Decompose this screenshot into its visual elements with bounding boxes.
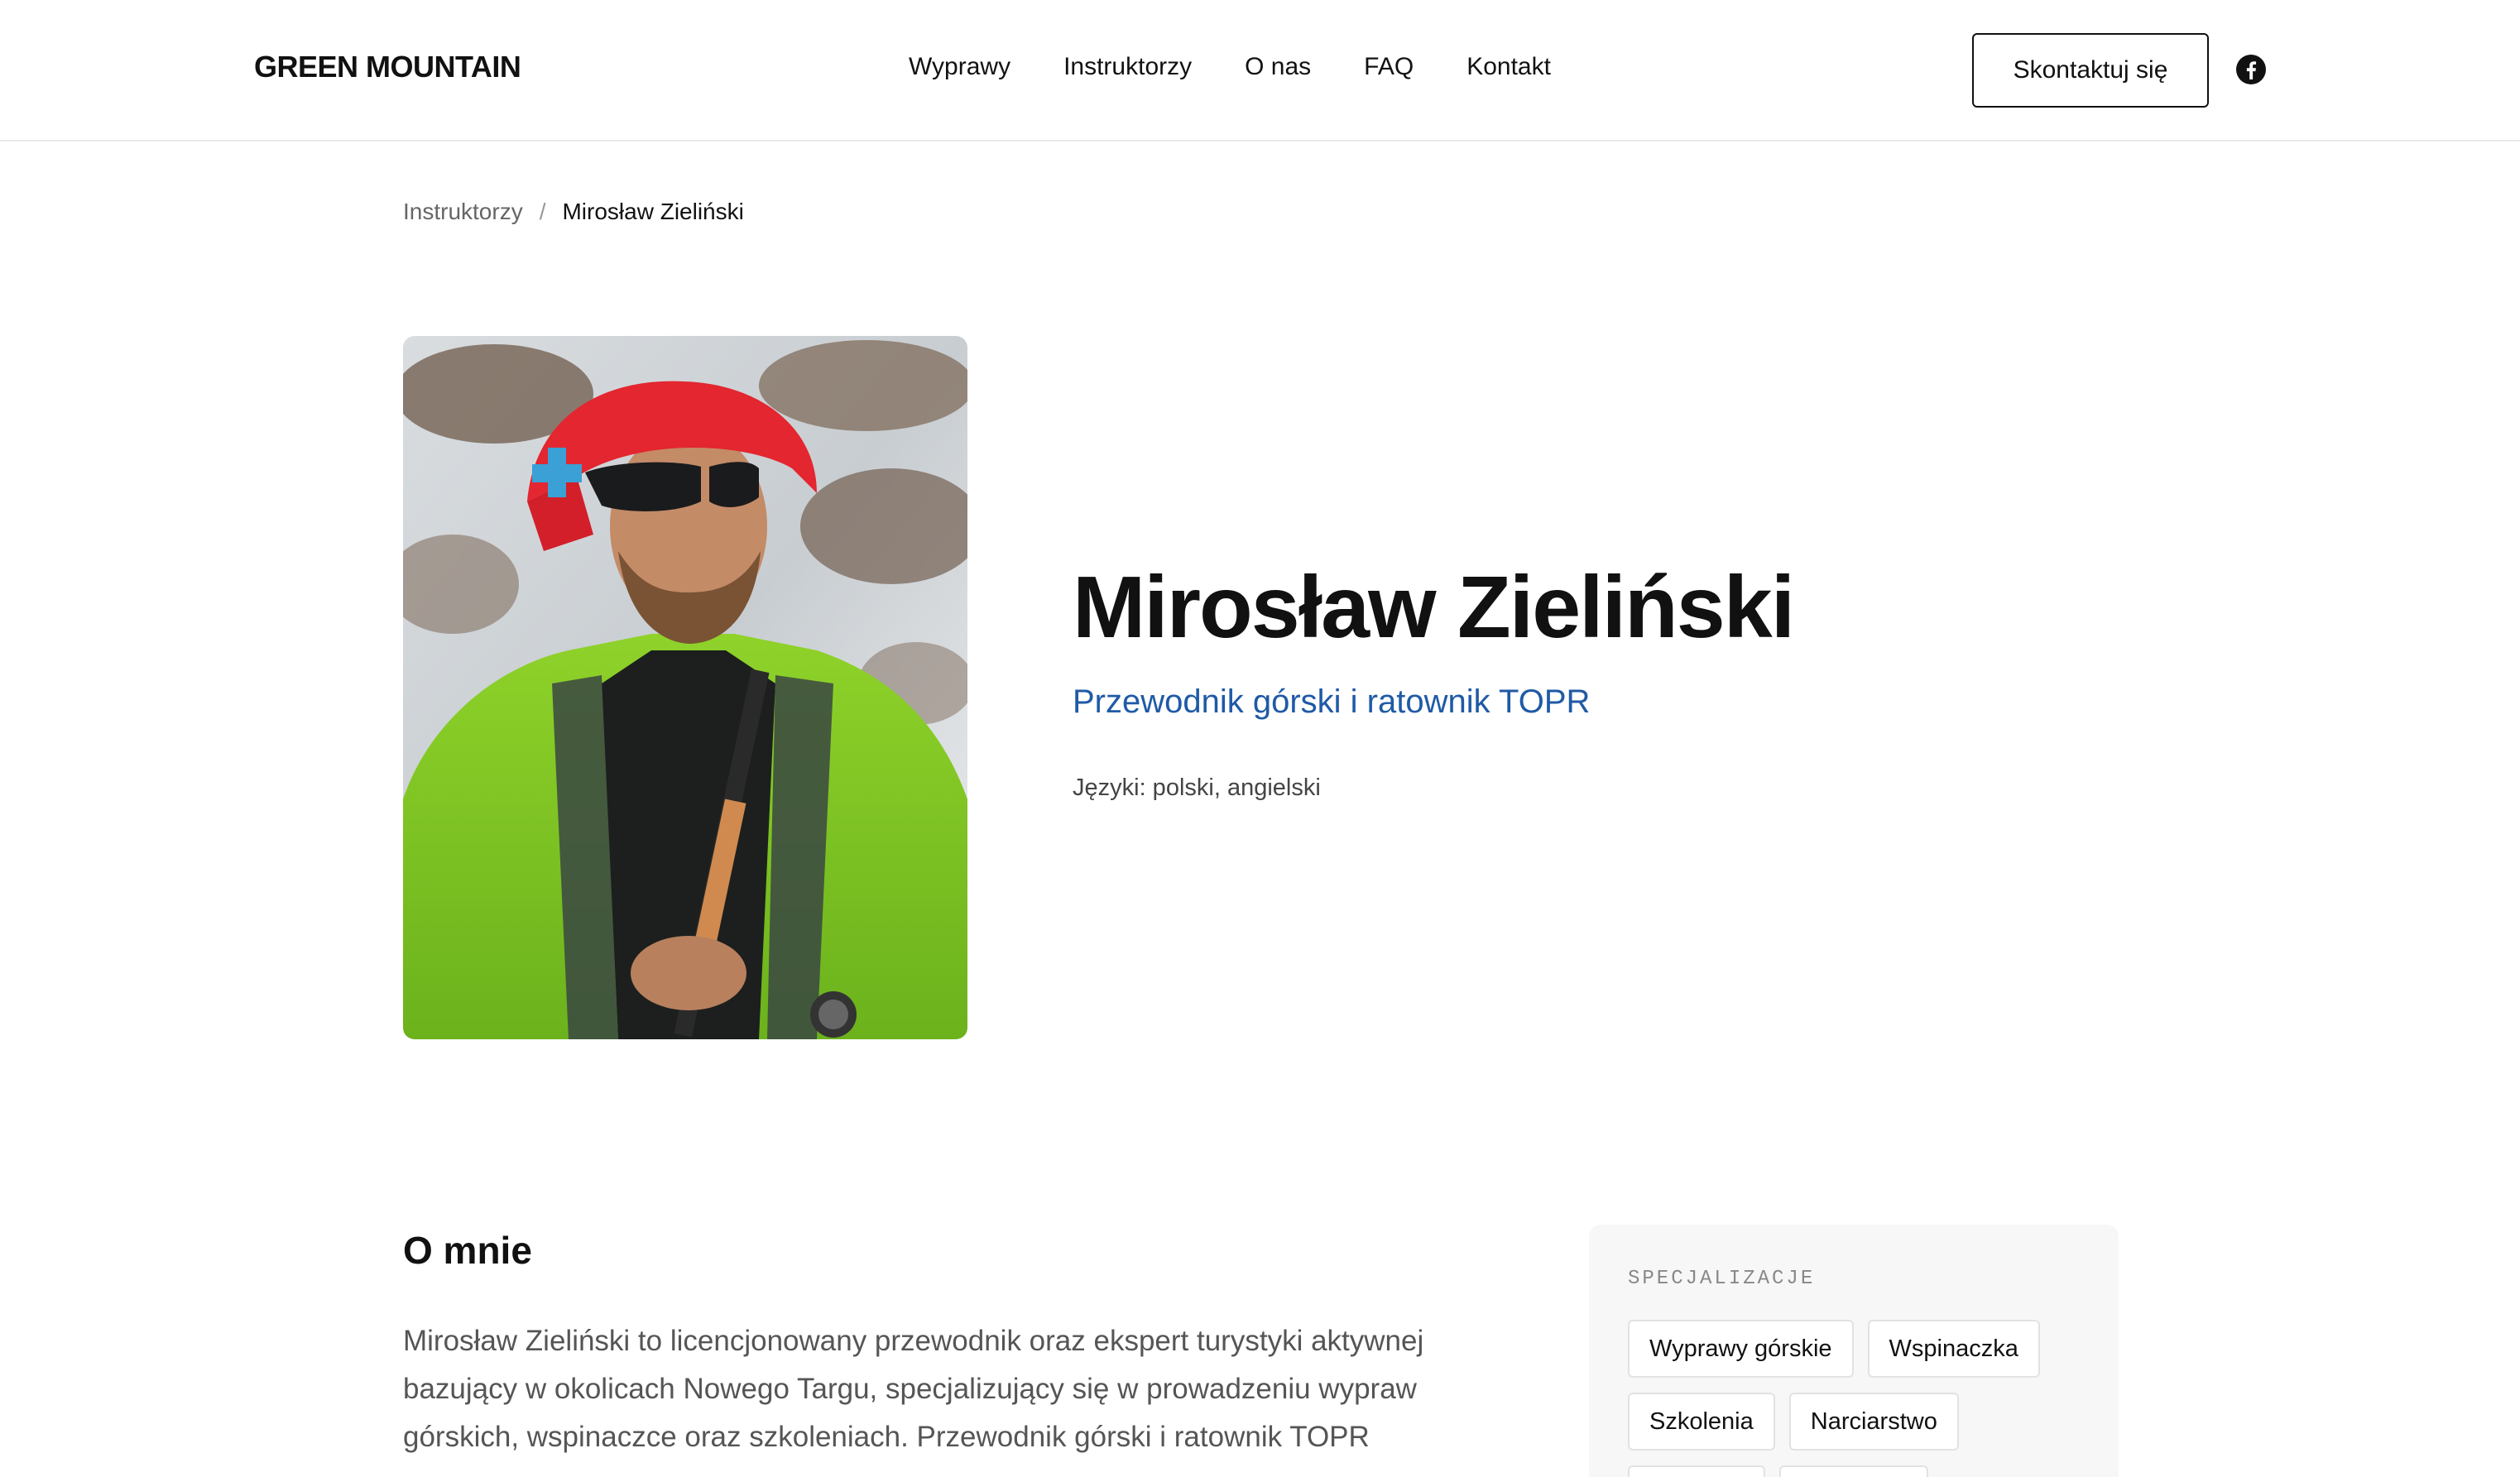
tag-szkolenia[interactable]: Szkolenia [1628,1393,1775,1451]
contact-button[interactable]: Skontaktuj się [1972,33,2209,108]
tag-wspinaczka[interactable]: Wspinaczka [1867,1320,2040,1378]
nav-item-instruktorzy[interactable]: Instruktorzy [1063,53,1192,81]
breadcrumb-separator: / [539,199,546,224]
specializations-tags: Wyprawy górskie Wspinaczka Szkolenia Nar… [1628,1320,2091,1477]
tag-partially-visible[interactable] [1628,1465,1765,1477]
tag-wyprawy-gorskie[interactable]: Wyprawy górskie [1628,1320,1854,1378]
instructor-name: Mirosław Zieliński [1073,559,1795,656]
tag-narciarstwo[interactable]: Narciarstwo [1788,1393,1959,1451]
about-line: Mirosław Zieliński to licencjonowany prz… [403,1325,1424,1357]
specializations-heading: SPECJALIZACJE [1628,1268,1816,1290]
facebook-icon[interactable] [2236,55,2266,84]
nav-item-wyprawy[interactable]: Wyprawy [909,53,1010,81]
nav-item-kontakt[interactable]: Kontakt [1466,53,1551,81]
about-text: Mirosław Zieliński to licencjonowany prz… [403,1317,1479,1461]
instructor-role: Przewodnik górski i ratownik TOPR [1073,683,1591,720]
nav-item-o-nas[interactable]: O nas [1245,53,1311,81]
tag-partially-visible[interactable] [1779,1465,1928,1477]
about-title: O mnie [403,1229,532,1272]
nav-item-faq[interactable]: FAQ [1364,53,1414,81]
breadcrumb: Instruktorzy / Mirosław Zieliński [403,199,744,225]
site-logo[interactable]: GREEN MOUNTAIN [254,50,521,84]
instructor-photo [403,336,967,1039]
breadcrumb-current: Mirosław Zieliński [562,199,744,224]
site-header: GREEN MOUNTAIN Wyprawy Instruktorzy O na… [0,0,2520,141]
about-line: bazujący w okolicach Nowego Targu, specj… [403,1373,1417,1405]
instructor-languages: Języki: polski, angielski [1073,774,1321,801]
main-nav: Wyprawy Instruktorzy O nas FAQ Kontakt [909,53,1551,81]
specializations-card: SPECJALIZACJE Wyprawy górskie Wspinaczka… [1589,1225,2119,1477]
about-line: górskich, wspinaczce oraz szkoleniach. P… [403,1421,1370,1453]
breadcrumb-link-instruktorzy[interactable]: Instruktorzy [403,199,523,225]
